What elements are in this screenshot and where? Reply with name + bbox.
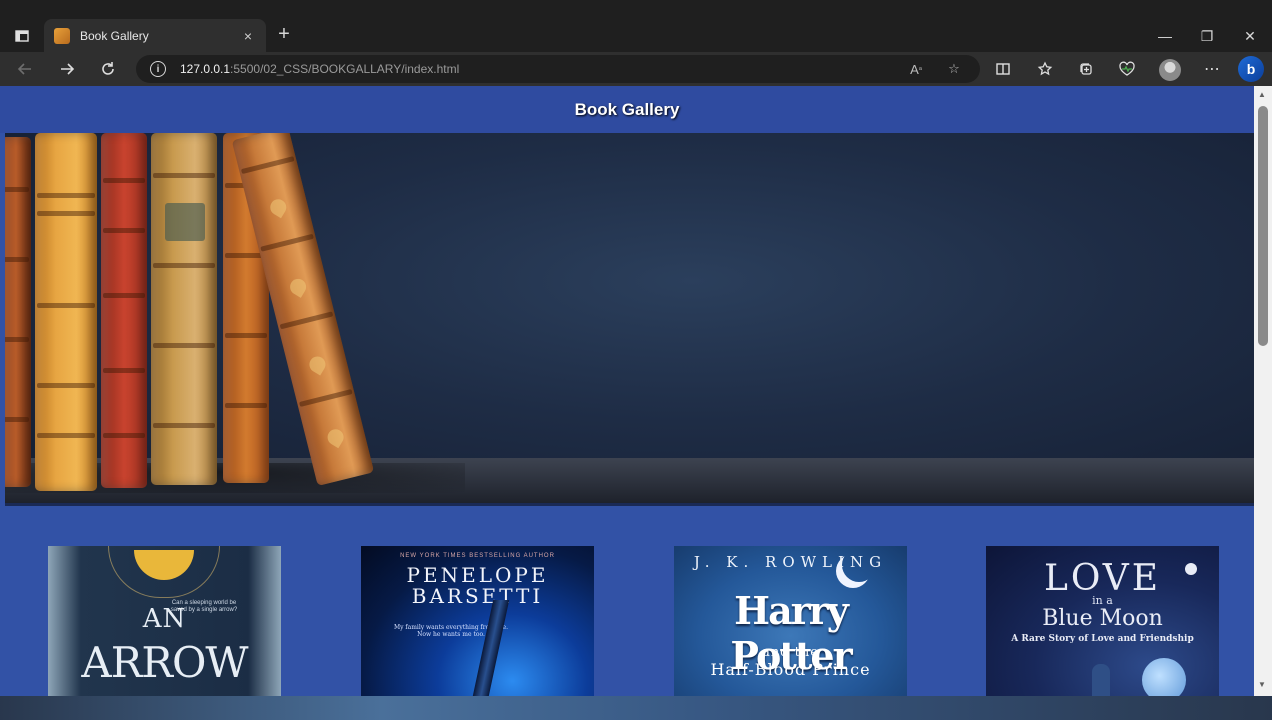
tab-close-icon[interactable]: × bbox=[240, 28, 256, 44]
restore-button[interactable]: ❐ bbox=[1192, 22, 1222, 50]
moon-illustration bbox=[1142, 658, 1186, 696]
tab-title: Book Gallery bbox=[80, 28, 149, 43]
scroll-down-arrow-icon[interactable]: ▼ bbox=[1258, 680, 1266, 689]
back-icon[interactable] bbox=[12, 56, 38, 82]
scrollbar-thumb[interactable] bbox=[1258, 106, 1268, 346]
book-cover-penelope-barsetti[interactable]: NEW YORK TIMES BESTSELLING AUTHOR PENELO… bbox=[361, 546, 594, 696]
browser-titlebar: Book Gallery × + — ❐ ✕ bbox=[0, 0, 1272, 52]
close-window-button[interactable]: ✕ bbox=[1235, 22, 1265, 50]
cover-author: J. K. ROWLING bbox=[693, 553, 888, 571]
more-icon[interactable]: ⋯ bbox=[1199, 56, 1225, 82]
book-cover-an-arrow[interactable]: Can a sleeping world be saved by a singl… bbox=[48, 546, 281, 696]
cover-title-connector: and the bbox=[762, 645, 819, 660]
read-aloud-icon[interactable]: Aᵃ bbox=[904, 57, 928, 81]
url-host: 127.0.0.1 bbox=[180, 62, 231, 76]
split-screen-icon[interactable] bbox=[990, 56, 1016, 82]
collections-icon[interactable] bbox=[1073, 56, 1099, 82]
tower-illustration bbox=[472, 600, 510, 696]
cover-subtitle: Half-Blood Prince bbox=[710, 660, 871, 679]
hero-bottom-border bbox=[5, 503, 1254, 506]
cover-title-line2: ARROW bbox=[81, 638, 248, 687]
tab-actions-icon bbox=[15, 30, 29, 42]
copilot-icon[interactable]: b bbox=[1238, 56, 1264, 82]
book-spine-4 bbox=[151, 133, 217, 485]
book-gallery-grid: Can a sleeping world be saved by a singl… bbox=[0, 546, 1254, 696]
book-spine-2 bbox=[35, 133, 97, 491]
book-cover-harry-potter[interactable]: J. K. ROWLING Harry Potter and the Half-… bbox=[674, 546, 907, 696]
lighthouse-illustration bbox=[1092, 664, 1110, 696]
browser-toolbar: i 127.0.0.1:5500/02_CSS/BOOKGALLARY/inde… bbox=[0, 52, 1272, 86]
tab-actions-button[interactable] bbox=[8, 22, 36, 50]
cover-title-blue-moon: Blue Moon bbox=[1042, 606, 1163, 631]
forward-icon[interactable] bbox=[54, 56, 80, 82]
cover-subtitle: A Rare Story of Love and Friendship bbox=[1011, 634, 1194, 644]
address-bar[interactable]: i 127.0.0.1:5500/02_CSS/BOOKGALLARY/inde… bbox=[136, 55, 980, 83]
book-spine-3 bbox=[101, 133, 147, 488]
profile-avatar[interactable] bbox=[1159, 59, 1181, 81]
book-cover-love-in-a-blue-moon[interactable]: LOVE in a Blue Moon A Rare Story of Love… bbox=[986, 546, 1219, 696]
site-info-icon[interactable]: i bbox=[150, 61, 166, 77]
favorites-icon[interactable] bbox=[1032, 56, 1058, 82]
minimize-button[interactable]: — bbox=[1150, 22, 1180, 50]
cover-tagline: NEW YORK TIMES BESTSELLING AUTHOR bbox=[400, 553, 555, 559]
browser-essentials-icon[interactable] bbox=[1114, 56, 1140, 82]
page-viewport: Book Gallery Can a sleeping world be sav… bbox=[0, 86, 1272, 696]
scroll-up-arrow-icon[interactable]: ▲ bbox=[1258, 90, 1266, 99]
desktop-taskbar-strip bbox=[0, 696, 1272, 720]
page-title: Book Gallery bbox=[574, 99, 680, 119]
cover-title-love: LOVE bbox=[1043, 558, 1162, 599]
page-scrollbar[interactable]: ▲ ▼ bbox=[1254, 86, 1272, 696]
cover-author-line2: BARSETTI bbox=[411, 584, 544, 608]
favorite-star-icon[interactable]: ☆ bbox=[942, 57, 966, 81]
refresh-icon[interactable] bbox=[95, 56, 121, 82]
book-spine-1 bbox=[5, 137, 31, 487]
site-header: Book Gallery bbox=[0, 86, 1254, 133]
url-path: :5500/02_CSS/BOOKGALLARY/index.html bbox=[230, 62, 460, 76]
cover-title-line1: AN bbox=[142, 604, 187, 634]
hero-banner-image bbox=[5, 133, 1254, 503]
favicon-icon bbox=[54, 27, 70, 44]
new-tab-button[interactable]: + bbox=[272, 24, 296, 48]
browser-tab[interactable]: Book Gallery × bbox=[44, 19, 266, 52]
